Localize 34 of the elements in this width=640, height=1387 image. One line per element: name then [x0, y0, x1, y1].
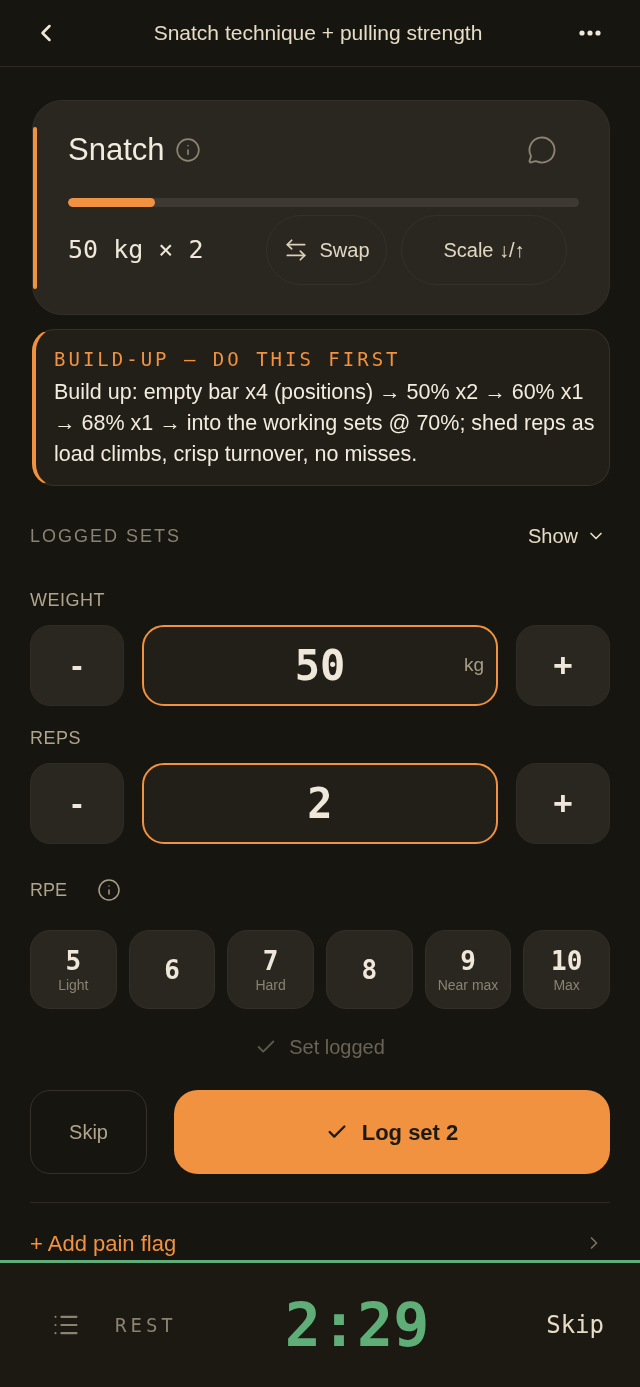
rpe-option[interactable]: 8 [326, 930, 413, 1009]
more-icon [579, 30, 601, 36]
skip-rest-button[interactable]: Skip [546, 1307, 604, 1343]
rpe-option[interactable]: 5 Light [30, 930, 117, 1009]
log-set-button[interactable]: Log set 2 [174, 1090, 610, 1174]
rpe-option[interactable]: 6 [128, 930, 216, 1009]
buildup-text: Build up: empty bar x4 (positions) → 50% x2 → 60% x1 → 68% x1 → into the working sets @ 70%; shed reps as load climbs, crisp turnover, no misses. [54, 379, 595, 468]
buildup-heading: BUILD-UP — DO THIS FIRST [54, 347, 402, 372]
rest-label: REST [115, 1312, 177, 1338]
add-pain-flag-link[interactable]: + Add pain flag [30, 1229, 610, 1257]
info-icon[interactable] [174, 137, 201, 163]
field-label: REPS [30, 727, 83, 750]
exercise-name: Snatch [68, 130, 165, 169]
decrement-button[interactable]: - [30, 625, 124, 706]
rpe-option[interactable]: 10 Max [523, 930, 610, 1009]
page-title: Snatch technique + pulling strength [152, 20, 484, 47]
rest-timer: 2:29 [284, 1293, 430, 1357]
increment-button[interactable]: + [516, 763, 610, 844]
show-toggle[interactable]: Show [527, 521, 606, 551]
set-prescription: 50 kg × 2 [68, 234, 204, 267]
rpe-option[interactable]: 9 Near max [424, 930, 512, 1009]
comment-icon[interactable] [527, 135, 557, 165]
weight-field[interactable]: 50 kg [142, 625, 498, 706]
rpe-option[interactable]: 7 Hard [227, 930, 314, 1009]
field-label: WEIGHT [30, 589, 106, 612]
skip-button[interactable]: Skip [30, 1090, 147, 1174]
decrement-button[interactable]: - [30, 763, 124, 844]
reps-field[interactable]: 2 [142, 763, 498, 844]
increment-button[interactable]: + [516, 625, 610, 706]
unit-label: kg [463, 653, 484, 678]
info-icon[interactable] [97, 878, 121, 902]
rpe-label: RPE [30, 878, 67, 902]
status-text: Set logged [289, 1035, 385, 1060]
section-label: LOGGED SETS [30, 524, 182, 548]
